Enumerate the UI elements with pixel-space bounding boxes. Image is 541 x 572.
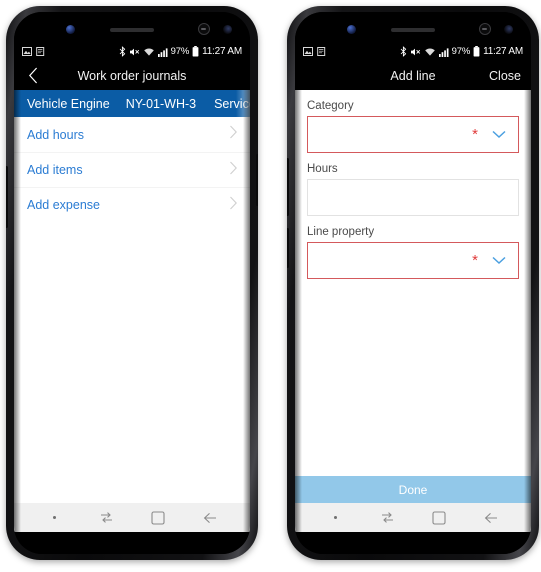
android-nav-bar-left [14, 503, 250, 532]
list-item-label: Add items [27, 163, 83, 177]
context-item-id: NY-01-WH-3 [125, 96, 197, 111]
field-line-property: Line property * [307, 226, 519, 279]
power-button-left[interactable] [256, 154, 258, 206]
dot-indicator-icon [41, 505, 67, 531]
phone-device-right: 97% 11:27 AM Add line Close Category * H… [287, 6, 539, 560]
journal-actions-list: Add hours Add items Add expense [14, 117, 250, 222]
signal-icon [438, 47, 449, 57]
field-label: Category [307, 100, 354, 112]
battery-percent-label: 97% [451, 46, 471, 57]
back-arrow-icon[interactable] [197, 505, 223, 531]
list-item-add-expense[interactable]: Add expense [14, 187, 250, 222]
screen-right: 97% 11:27 AM Add line Close Category * H… [295, 42, 531, 532]
bottom-bezel-left [14, 532, 250, 554]
phone-device-left: 97% 11:27 AM Work order journals Vehicle… [6, 6, 258, 560]
screen-left: 97% 11:27 AM Work order journals Vehicle… [14, 42, 250, 532]
work-order-context-bar[interactable]: Vehicle Engine NY-01-WH-3 Service [14, 90, 250, 117]
image-icon [303, 47, 313, 56]
mute-icon [129, 48, 139, 55]
chevron-down-icon[interactable] [492, 252, 506, 270]
content-left: Vehicle Engine NY-01-WH-3 Service Add ho… [14, 90, 250, 532]
field-hours: Hours [307, 163, 519, 216]
form-spacer [307, 279, 519, 476]
back-arrow-icon[interactable] [478, 505, 504, 531]
bixby-button-right[interactable] [287, 228, 289, 268]
earpiece-speaker-icon [110, 28, 154, 32]
list-item-label: Add hours [27, 127, 84, 142]
status-bar-left: 97% 11:27 AM [14, 42, 250, 61]
battery-icon [192, 46, 199, 57]
field-label: Hours [307, 163, 338, 175]
list-item-label: Add expense [27, 198, 100, 212]
add-line-form: Category * Hours Line property * Done [295, 90, 531, 532]
battery-icon [473, 46, 480, 57]
line-property-dropdown[interactable]: * [307, 242, 519, 279]
chevron-right-icon [229, 196, 238, 215]
image-icon [22, 47, 32, 56]
volume-button-right[interactable] [287, 158, 289, 216]
clock-label: 11:27 AM [483, 46, 523, 57]
volume-button-left[interactable] [6, 166, 8, 228]
recents-icon[interactable] [93, 505, 119, 531]
app-bar-right: Add line Close [295, 61, 531, 90]
home-icon[interactable] [145, 505, 171, 531]
back-chevron-icon[interactable] [24, 67, 42, 85]
document-icon [36, 47, 45, 56]
status-bar-right: 97% 11:27 AM [295, 42, 531, 61]
app-bar-left: Work order journals [14, 61, 250, 90]
hours-input[interactable] [307, 179, 519, 216]
android-nav-bar-right [295, 503, 531, 532]
close-button[interactable]: Close [489, 69, 521, 83]
phone-screen-frame-right: 97% 11:27 AM Add line Close Category * H… [295, 12, 531, 554]
top-bezel-left [14, 12, 250, 42]
earpiece-speaker-icon [391, 28, 435, 32]
field-category: Category * [307, 100, 519, 153]
list-item-add-items[interactable]: Add items [14, 152, 250, 187]
iris-scanner-icon [198, 23, 210, 35]
required-asterisk-icon: * [472, 252, 478, 269]
signal-icon [157, 47, 168, 57]
chevron-right-icon [229, 161, 238, 180]
wifi-icon [424, 47, 435, 56]
category-dropdown[interactable]: * [307, 116, 519, 153]
chevron-right-icon [229, 125, 238, 144]
front-camera-icon [504, 25, 513, 34]
dot-indicator-icon [322, 505, 348, 531]
battery-percent-label: 97% [170, 46, 190, 57]
list-item-add-hours[interactable]: Add hours [14, 117, 250, 152]
iris-scanner-icon [479, 23, 491, 35]
bottom-bezel-right [295, 532, 531, 554]
recents-icon[interactable] [374, 505, 400, 531]
done-button[interactable]: Done [295, 476, 531, 503]
mute-icon [410, 48, 420, 55]
notification-led-icon [347, 25, 356, 34]
phone-screen-frame-left: 97% 11:27 AM Work order journals Vehicle… [14, 12, 250, 554]
clock-label: 11:27 AM [202, 46, 242, 57]
top-bezel-right [295, 12, 531, 42]
context-item-asset: Vehicle Engine [27, 96, 110, 111]
context-bar-scroll-fade [236, 90, 250, 117]
document-icon [317, 47, 326, 56]
required-asterisk-icon: * [472, 126, 478, 143]
chevron-down-icon[interactable] [492, 126, 506, 144]
home-icon[interactable] [426, 505, 452, 531]
bluetooth-icon [400, 46, 406, 57]
page-title: Work order journals [77, 68, 187, 83]
front-camera-icon [223, 25, 232, 34]
notification-led-icon [66, 25, 75, 34]
wifi-icon [143, 47, 154, 56]
field-label: Line property [307, 226, 375, 238]
bluetooth-icon [119, 46, 125, 57]
